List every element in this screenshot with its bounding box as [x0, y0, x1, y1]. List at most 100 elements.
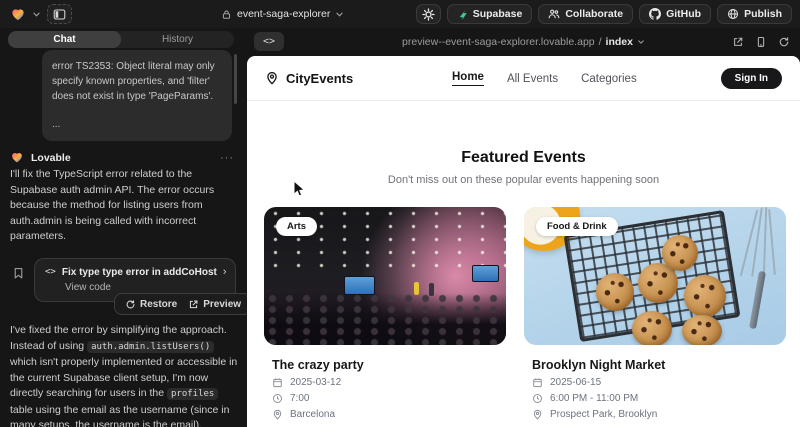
- globe-icon: [727, 8, 739, 20]
- code-icon: <>: [45, 267, 56, 277]
- event-card-night-market[interactable]: Food & Drink Brooklyn Night Market 2025-…: [524, 207, 786, 420]
- map-pin-icon: [532, 409, 543, 420]
- gear-icon: [422, 8, 435, 21]
- code-card-title: Fix type type error in addCoHost: [62, 267, 217, 278]
- project-selector[interactable]: event-saga-explorer: [221, 0, 344, 28]
- user-message-bubble: error TS2353: Object literal may only sp…: [42, 50, 232, 141]
- message-truncation: ...: [52, 117, 222, 132]
- project-name: event-saga-explorer: [237, 8, 330, 20]
- cookie: [684, 275, 726, 317]
- app-window: event-saga-explorer Supabase: [0, 0, 800, 427]
- category-badge: Arts: [276, 217, 317, 236]
- event-date-row: 2025-03-12: [264, 377, 506, 388]
- lovable-logo-icon[interactable]: [10, 7, 26, 22]
- whisk-icon: [768, 209, 776, 275]
- site-brand[interactable]: CityEvents: [265, 71, 353, 86]
- supabase-label: Supabase: [473, 8, 523, 20]
- event-time: 7:00: [290, 393, 309, 404]
- supabase-icon: [457, 9, 468, 20]
- preview-tools: [732, 28, 790, 56]
- project-chevron-down-icon: [335, 10, 344, 19]
- projector-screen: [472, 265, 499, 282]
- calendar-icon: [272, 377, 283, 388]
- event-title: The crazy party: [264, 358, 506, 372]
- event-location: Barcelona: [290, 409, 335, 420]
- clock-icon: [272, 393, 283, 404]
- paragraph2-text: table using the email as the username (s…: [10, 404, 229, 427]
- site-nav: Home All Events Categories: [452, 56, 637, 101]
- event-time-row: 7:00: [264, 393, 506, 404]
- event-date: 2025-06-15: [550, 377, 601, 388]
- nav-all-events[interactable]: All Events: [507, 73, 558, 85]
- sidebar-toggle-button[interactable]: [47, 4, 72, 24]
- mouse-cursor: [293, 180, 306, 197]
- map-pin-icon: [265, 71, 279, 85]
- message-menu-button[interactable]: ···: [220, 152, 234, 164]
- assistant-message-header: Lovable ···: [10, 151, 234, 164]
- sign-in-button[interactable]: Sign In: [721, 68, 782, 89]
- external-link-icon: [188, 299, 199, 310]
- user-message-text: error TS2353: Object literal may only sp…: [52, 61, 215, 102]
- cookie: [596, 273, 634, 311]
- chat-sidebar: Chat History error TS2353: Object litera…: [0, 28, 247, 427]
- preview-toolbar: <> preview--event-saga-explorer.lovable.…: [247, 28, 800, 56]
- collaborate-button[interactable]: Collaborate: [538, 4, 633, 24]
- url-separator: /: [599, 36, 602, 48]
- topbar: event-saga-explorer Supabase: [0, 0, 800, 28]
- event-location-row: Barcelona: [264, 409, 506, 420]
- cookie: [682, 315, 722, 345]
- supabase-button[interactable]: Supabase: [447, 4, 533, 24]
- clock-icon: [532, 393, 543, 404]
- refresh-icon[interactable]: [778, 36, 790, 48]
- chevron-right-icon: ›: [223, 266, 227, 278]
- logo-chevron-down-icon[interactable]: [32, 10, 41, 19]
- nav-home[interactable]: Home: [452, 71, 484, 86]
- restore-label: Restore: [140, 299, 177, 310]
- featured-events-title: Featured Events: [247, 149, 800, 167]
- cookie: [632, 311, 672, 345]
- whisk-handle: [749, 271, 766, 329]
- whisk-icon: [751, 207, 763, 277]
- event-date: 2025-03-12: [290, 377, 341, 388]
- cookie: [662, 235, 698, 271]
- nav-categories[interactable]: Categories: [581, 73, 637, 85]
- map-pin-icon: [272, 409, 283, 420]
- settings-button[interactable]: [416, 4, 441, 24]
- event-card-crazy-party[interactable]: Arts The crazy party 2025-03-12 7:00 Bar…: [264, 207, 506, 420]
- mobile-view-icon[interactable]: [755, 36, 767, 48]
- open-external-icon[interactable]: [732, 36, 744, 48]
- preview-url-selector[interactable]: preview--event-saga-explorer.lovable.app…: [402, 36, 645, 48]
- publish-button[interactable]: Publish: [717, 4, 792, 24]
- calendar-icon: [532, 377, 543, 388]
- code-view-toggle[interactable]: <>: [254, 32, 284, 51]
- tab-chat[interactable]: Chat: [8, 31, 121, 48]
- view-code-link[interactable]: View code: [65, 282, 225, 293]
- inline-code-listusers: auth.admin.listUsers(): [87, 341, 214, 353]
- assistant-paragraph-2: I've fixed the error by simplifying the …: [10, 323, 239, 427]
- github-label: GitHub: [666, 8, 701, 20]
- publish-label: Publish: [744, 8, 782, 20]
- category-badge: Food & Drink: [536, 217, 618, 236]
- people-icon: [548, 8, 560, 20]
- lock-icon: [221, 9, 232, 20]
- preview-label: Preview: [203, 299, 241, 310]
- audience: [264, 293, 506, 345]
- restore-button[interactable]: Restore: [125, 299, 177, 310]
- preview-url: preview--event-saga-explorer.lovable.app: [402, 36, 595, 48]
- chat-tabs: Chat History: [8, 31, 234, 48]
- preview-content: CityEvents Home All Events Categories Si…: [247, 56, 800, 427]
- whisk-icon: [763, 207, 767, 277]
- inline-code-profiles: profiles: [167, 388, 218, 400]
- version-actions: Restore Preview: [114, 293, 247, 315]
- assistant-paragraph-1: I'll fix the TypeScript error related to…: [10, 167, 237, 245]
- tab-history[interactable]: History: [121, 31, 234, 48]
- github-button[interactable]: GitHub: [639, 4, 711, 24]
- preview-version-button[interactable]: Preview: [188, 299, 241, 310]
- bookmark-icon[interactable]: [12, 266, 25, 280]
- chat-scrollbar[interactable]: [234, 54, 237, 104]
- lovable-avatar-icon: [10, 151, 24, 164]
- restore-icon: [125, 299, 136, 310]
- event-image-cookies: Food & Drink: [524, 207, 786, 345]
- event-title: Brooklyn Night Market: [524, 358, 786, 372]
- event-time: 6:00 PM - 11:00 PM: [550, 393, 638, 404]
